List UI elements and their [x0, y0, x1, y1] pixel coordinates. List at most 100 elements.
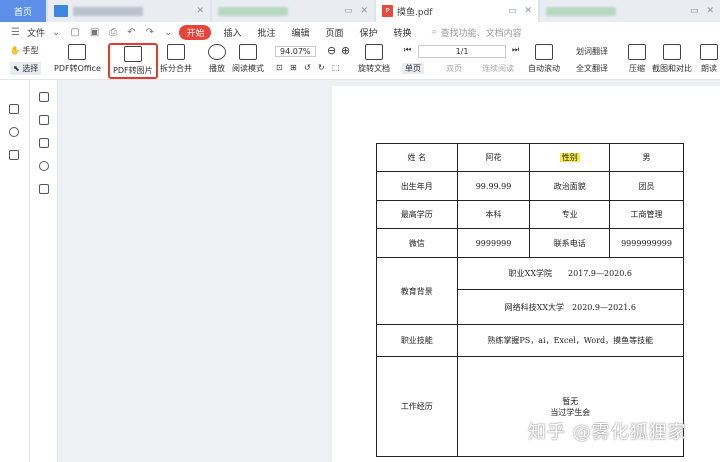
blurred-title [546, 6, 616, 16]
first-page-icon[interactable]: ⏮ [404, 45, 411, 55]
redo-icon[interactable]: ↷ [146, 27, 154, 38]
blurred-title [218, 6, 288, 16]
comment-icon[interactable] [39, 138, 49, 148]
thumbnail-icon[interactable] [39, 115, 49, 125]
settings-icon[interactable] [9, 104, 19, 114]
button-label: PDF转图片 [113, 66, 153, 75]
print-icon[interactable]: ⎙ [109, 27, 117, 38]
button-label: 旋转文档 [358, 64, 390, 73]
zoom-in-icon[interactable]: ⊕ [341, 44, 350, 57]
monitor-icon[interactable]: ▭ [690, 6, 699, 16]
menu-file[interactable]: 文件 [27, 26, 45, 39]
table-cell: 工作经历 [376, 356, 458, 457]
rotate-right-icon[interactable]: ↻ [318, 63, 325, 72]
rotate-document-button[interactable]: 旋转文档 [358, 44, 390, 74]
table-row: 最高学历 本科 专业 工商管理 [376, 200, 684, 229]
tab-active-pdf[interactable]: P 摸鱼.pdf ▭ ✕ [376, 0, 538, 22]
menu-insert[interactable]: 插入 [215, 26, 249, 39]
button-label: 压缩 [629, 64, 645, 73]
hamburger-icon[interactable]: ☰ [11, 27, 20, 38]
single-page-button[interactable]: 单页 [402, 63, 424, 74]
menu-start[interactable]: 开始 [179, 24, 212, 40]
button-label: 阅读模式 [232, 64, 264, 73]
select-tool[interactable]: ⬉ 选择 [10, 62, 42, 75]
auto-scroll-button[interactable]: 自动滚动 [528, 44, 560, 74]
double-page-button[interactable]: 双页 [446, 63, 462, 74]
translate-full-button[interactable]: 全文翻译 [576, 63, 608, 74]
monitor-icon[interactable]: ▭ [508, 6, 517, 16]
pdf-to-image-button[interactable]: PDF转图片 [108, 43, 158, 79]
continuous-read-button[interactable]: 连续阅读 [482, 63, 514, 74]
screenshot-icon [663, 44, 681, 60]
hand-tool[interactable]: ✋ 手型 [10, 45, 39, 56]
zoom-field[interactable]: 94.07% [275, 46, 316, 57]
open-folder-icon[interactable]: ▢ [70, 27, 79, 38]
pdf-to-office-button[interactable]: PDF转Office [54, 44, 101, 74]
blurred-title [73, 6, 143, 16]
fit-page-icon[interactable]: ⊡ [276, 63, 283, 72]
tab-home[interactable]: 首页 [0, 0, 46, 22]
chevron-down-icon[interactable]: ⌄ [52, 27, 60, 38]
table-cell: 本科 [456, 200, 531, 229]
compress-icon [628, 44, 646, 60]
signature-icon[interactable] [39, 184, 49, 194]
work-line-2: 当过学生会 [550, 407, 591, 417]
tab-document-2[interactable]: ▭ ✕ [212, 0, 374, 22]
read-mode-button[interactable]: 阅读模式 [232, 44, 264, 74]
compress-button[interactable]: 压缩 [628, 44, 646, 74]
button-label: 拆分合并 [160, 64, 192, 73]
menu-convert[interactable]: 转换 [386, 26, 420, 39]
table-row: 教育背景 职业XX学院 2017.9—2020.6 [376, 257, 685, 325]
read-aloud-button[interactable]: 朗读 [700, 44, 718, 74]
search-icon: ⌕ [431, 27, 437, 37]
table-cell: 网络科技XX大学 2020.9—2021.6 [456, 289, 685, 325]
tab-title: 摸鱼.pdf [397, 7, 433, 18]
split-merge-button[interactable]: 拆分合并 [160, 44, 192, 74]
close-icon[interactable]: ✕ [196, 6, 204, 16]
table-cell: 教育背景 [376, 257, 458, 325]
page-number-field[interactable]: 1/1 [418, 45, 506, 58]
translate-word-button[interactable]: 划词翻译 [576, 46, 608, 57]
close-icon[interactable]: ✕ [524, 6, 532, 16]
search-box[interactable]: ⌕ 查找功能、文档内容 [432, 26, 522, 39]
menu-protect[interactable]: 保护 [352, 26, 386, 39]
tab-document-1[interactable]: ✕ [48, 0, 210, 22]
chevron-down-icon[interactable]: ⌄ [164, 27, 172, 38]
monitor-icon[interactable]: ▭ [344, 6, 353, 16]
screenshot-compare-button[interactable]: 截图和对比 [652, 44, 692, 74]
fit-width-icon[interactable]: ⊞ [290, 63, 297, 72]
table-cell: 团员 [609, 171, 684, 201]
table-cell: 99.99.99 [456, 171, 531, 201]
help-icon[interactable] [9, 127, 19, 137]
zoom-out-icon[interactable]: ⊖ [327, 44, 336, 57]
tab-bar: 首页 ✕ ▭ ✕ P 摸鱼.pdf ▭ ✕ ▭ ✕ [0, 0, 720, 22]
book-icon [239, 44, 257, 60]
menu-edit[interactable]: 编辑 [284, 26, 318, 39]
button-label: 自动滚动 [528, 64, 560, 73]
crop-icon[interactable]: ⬚ [332, 63, 340, 72]
document-icon [54, 5, 68, 17]
save-icon[interactable]: ▣ [90, 27, 99, 38]
bookmark-icon[interactable] [39, 92, 49, 102]
watermark: 知乎 @雾化狐狸家 [528, 422, 687, 443]
hand-label: 手型 [22, 46, 39, 55]
table-cell: 性别 [529, 143, 611, 172]
sliders-icon[interactable] [9, 150, 19, 160]
side-panel-rail [30, 80, 58, 462]
tab-document-4[interactable]: ▭ ✕ [540, 0, 720, 22]
undo-icon[interactable]: ↶ [127, 27, 135, 38]
table-cell: 职业XX学院 2017.9—2020.6 [456, 257, 685, 290]
menu-page[interactable]: 页面 [318, 26, 352, 39]
play-icon [208, 44, 226, 60]
table-cell: 工商管理 [609, 200, 684, 229]
attachment-icon[interactable] [39, 161, 49, 171]
pdf-office-icon [68, 44, 87, 60]
close-icon[interactable]: ✕ [706, 6, 714, 16]
button-label: 播放 [209, 64, 225, 73]
menu-annotate[interactable]: 批注 [249, 26, 283, 39]
play-button[interactable]: 播放 [208, 44, 226, 74]
close-icon[interactable]: ✕ [360, 6, 368, 16]
last-page-icon[interactable]: ⏭ [512, 45, 519, 55]
table-cell: 出生年月 [376, 171, 458, 201]
rotate-left-icon[interactable]: ↺ [304, 63, 311, 72]
